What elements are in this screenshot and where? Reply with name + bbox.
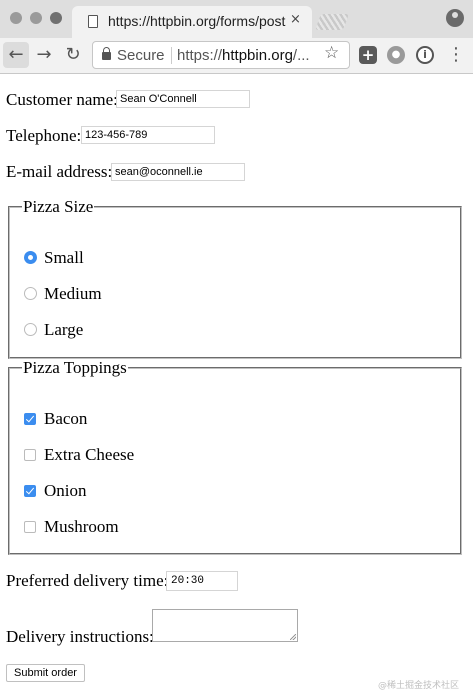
- customer-name-input[interactable]: Sean O'Connell: [116, 90, 250, 108]
- profile-icon[interactable]: [446, 9, 464, 27]
- page-content: Customer name: Sean O'Connell Telephone:…: [0, 74, 473, 694]
- tab-bar: https://httpbin.org/forms/post ×: [0, 0, 473, 38]
- delivery-time-input[interactable]: 20:30: [166, 571, 238, 591]
- tab-close-icon[interactable]: ×: [290, 12, 301, 27]
- topping-label-onion: Onion: [44, 481, 87, 500]
- address-separator: [171, 47, 172, 64]
- telephone-input[interactable]: 123-456-789: [81, 126, 215, 144]
- topping-label-bacon: Bacon: [44, 409, 88, 428]
- radio-button-small[interactable]: [24, 251, 37, 264]
- pizza-size-group: Pizza Size Small Medium Large: [8, 197, 462, 359]
- radio-button-medium[interactable]: [24, 287, 37, 300]
- pizza-toppings-group: Pizza Toppings Bacon Extra Cheese Onion …: [8, 358, 462, 555]
- zoom-window-button[interactable]: [50, 12, 62, 24]
- url-prefix: https://: [177, 47, 223, 64]
- browser-tab[interactable]: https://httpbin.org/forms/post ×: [72, 6, 312, 38]
- close-window-button[interactable]: [10, 12, 22, 24]
- radio-button-large[interactable]: [24, 323, 37, 336]
- size-label-small: Small: [44, 248, 84, 267]
- extension-info-icon[interactable]: i: [416, 46, 434, 64]
- extension-plus-icon[interactable]: +: [359, 46, 377, 64]
- browser-toolbar: ← → ↻ Secure https://httpbin.org/... ☆ +…: [0, 38, 473, 74]
- secure-label: Secure: [117, 47, 165, 64]
- forward-icon[interactable]: →: [31, 42, 57, 68]
- topping-option-mushroom[interactable]: Mushroom: [24, 517, 119, 537]
- new-tab-button[interactable]: [315, 14, 349, 30]
- customer-name-label: Customer name:: [6, 90, 118, 109]
- checkbox-bacon[interactable]: [24, 413, 36, 425]
- delivery-instructions-label: Delivery instructions:: [6, 627, 154, 646]
- reload-icon[interactable]: ↻: [60, 42, 86, 68]
- lock-icon: [102, 47, 111, 60]
- watermark-text: @稀土掘金技术社区: [378, 681, 460, 691]
- minimize-window-button[interactable]: [30, 12, 42, 24]
- topping-label-mushroom: Mushroom: [44, 517, 119, 536]
- back-icon[interactable]: ←: [3, 42, 29, 68]
- size-option-large[interactable]: Large: [24, 320, 83, 340]
- size-option-small[interactable]: Small: [24, 248, 84, 268]
- delivery-instructions-textarea[interactable]: [152, 609, 298, 642]
- checkbox-onion[interactable]: [24, 485, 36, 497]
- tab-title: https://httpbin.org/forms/post: [108, 13, 286, 29]
- url-suffix: /...: [292, 47, 310, 64]
- submit-order-button[interactable]: Submit order: [6, 664, 85, 682]
- size-label-large: Large: [44, 320, 84, 339]
- topping-label-extra-cheese: Extra Cheese: [44, 445, 135, 464]
- page-icon: [88, 15, 98, 28]
- menu-icon[interactable]: ⋮: [447, 44, 465, 65]
- topping-option-onion[interactable]: Onion: [24, 481, 87, 501]
- url-host: httpbin.org: [222, 47, 293, 64]
- size-option-medium[interactable]: Medium: [24, 284, 102, 304]
- checkbox-extra-cheese[interactable]: [24, 449, 36, 461]
- extension-cookie-icon[interactable]: ●: [387, 46, 405, 64]
- checkbox-mushroom[interactable]: [24, 521, 36, 533]
- topping-option-extra-cheese[interactable]: Extra Cheese: [24, 445, 134, 465]
- pizza-size-legend: Pizza Size: [23, 197, 94, 216]
- bookmark-star-icon[interactable]: ☆: [324, 43, 339, 63]
- url-text: https://httpbin.org/...: [177, 47, 310, 64]
- address-bar[interactable]: Secure https://httpbin.org/... ☆: [92, 41, 350, 69]
- email-label: E-mail address:: [6, 162, 113, 181]
- size-label-medium: Medium: [44, 284, 102, 303]
- pizza-toppings-legend: Pizza Toppings: [23, 358, 127, 377]
- email-input[interactable]: sean@oconnell.ie: [111, 163, 245, 181]
- delivery-time-label: Preferred delivery time:: [6, 571, 169, 590]
- topping-option-bacon[interactable]: Bacon: [24, 409, 87, 429]
- telephone-label: Telephone:: [6, 126, 82, 145]
